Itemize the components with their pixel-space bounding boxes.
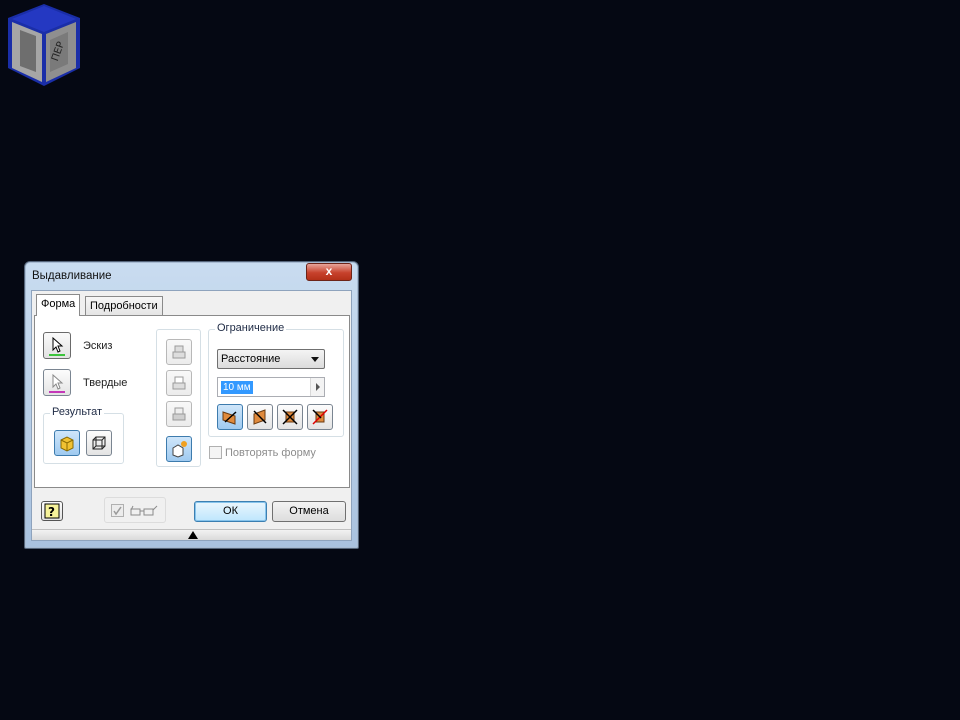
direction1-icon	[222, 411, 237, 425]
asymmetric-button[interactable]	[307, 404, 333, 430]
distance-value: 10 мм	[221, 381, 253, 394]
intersect-icon	[172, 407, 186, 421]
arrow-right-icon[interactable]	[310, 378, 324, 396]
extrude-dialog: Выдавливание x Форма Подробности Эскиз Т…	[24, 261, 359, 549]
direction2-icon	[253, 409, 267, 425]
viewcube[interactable]: ПЕР	[6, 2, 82, 88]
wireframe-cube-icon	[92, 436, 106, 450]
extents-type-value: Расстояние	[221, 353, 281, 365]
close-button[interactable]: x	[306, 263, 352, 281]
chevron-down-icon	[311, 357, 319, 362]
cursor-solid-icon	[49, 373, 65, 393]
solids-select-button[interactable]	[43, 369, 71, 396]
join-button[interactable]	[54, 430, 80, 456]
operation-group	[156, 329, 201, 467]
extents-type-select[interactable]: Расстояние	[217, 349, 325, 369]
ok-button[interactable]: ОК	[194, 501, 267, 522]
viewcube-icon: ПЕР	[8, 4, 80, 86]
help-icon: ?	[44, 503, 60, 519]
preview-group	[104, 497, 166, 523]
direction2-button[interactable]	[247, 404, 273, 430]
dialog-expander[interactable]	[32, 529, 351, 540]
dialog-title: Выдавливание	[32, 270, 112, 282]
repeat-shape-label: Повторять форму	[225, 447, 316, 459]
distance-input[interactable]: 10 мм	[217, 377, 325, 397]
extents-group: Ограничение Расстояние 10 мм	[208, 322, 344, 437]
symmetric-button[interactable]	[277, 404, 303, 430]
new-solid-icon	[172, 441, 187, 458]
surface-button[interactable]	[86, 430, 112, 456]
preview-checkbox[interactable]	[111, 504, 124, 517]
join-icon	[172, 345, 186, 359]
svg-text:?: ?	[48, 505, 55, 519]
new-solid-button[interactable]	[166, 436, 192, 462]
repeat-shape-checkbox[interactable]	[209, 446, 222, 459]
asymmetric-icon	[312, 409, 328, 425]
cut-icon	[172, 376, 186, 390]
solids-label: Твердые	[83, 377, 128, 389]
direction1-button[interactable]	[217, 404, 243, 430]
cut-operation-button[interactable]	[166, 370, 192, 396]
tab-form[interactable]: Форма	[36, 294, 81, 316]
dialog-client: Форма Подробности Эскиз Твердые Результа…	[31, 290, 352, 541]
profile-select-button[interactable]	[43, 332, 71, 359]
help-button[interactable]: ?	[41, 501, 63, 521]
checkmark-icon	[113, 506, 122, 516]
solid-cube-icon	[60, 436, 74, 452]
cursor-sketch-icon	[49, 336, 65, 356]
join-operation-button[interactable]	[166, 339, 192, 365]
extents-group-label: Ограничение	[215, 322, 287, 334]
symmetric-icon	[282, 409, 298, 425]
intersect-operation-button[interactable]	[166, 401, 192, 427]
sketch-label: Эскиз	[83, 340, 113, 352]
title-bar[interactable]: Выдавливание x	[25, 262, 358, 288]
expand-up-icon	[188, 531, 198, 539]
result-group-label: Результат	[50, 406, 105, 418]
tab-details[interactable]: Подробности	[85, 296, 163, 316]
result-group: Результат	[43, 406, 124, 464]
tab-panel-form: Эскиз Твердые Результат Ограничение Расс…	[34, 315, 350, 488]
cancel-button[interactable]: Отмена	[272, 501, 346, 522]
glasses-icon	[130, 505, 158, 516]
